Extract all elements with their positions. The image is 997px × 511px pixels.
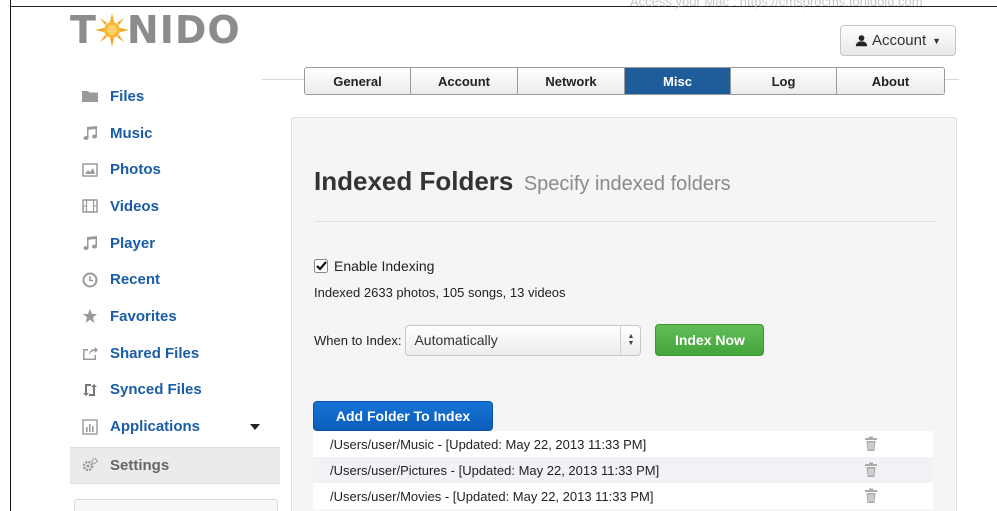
gear-icon bbox=[82, 457, 98, 473]
tab-log[interactable]: Log bbox=[731, 68, 837, 94]
sidebar-item-label: Synced Files bbox=[110, 381, 202, 399]
trash-icon[interactable] bbox=[864, 462, 878, 477]
sidebar-item-files[interactable]: Files bbox=[70, 78, 280, 115]
sidebar-item-favorites[interactable]: Favorites bbox=[70, 298, 280, 335]
tab-network[interactable]: Network bbox=[518, 68, 625, 94]
when-to-index-row: When to Index: Automatically ▲ ▼ Index No… bbox=[314, 324, 765, 356]
list-item: /Users/user/Movies - [Updated: May 22, 2… bbox=[313, 483, 933, 509]
sidebar-bottom-panel bbox=[74, 499, 278, 511]
list-item: /Users/user/Pictures - [Updated: May 22,… bbox=[313, 457, 933, 483]
sun-icon bbox=[94, 13, 129, 47]
sidebar-nav: Files Music Photos Videos Player Recent … bbox=[70, 78, 280, 484]
access-url-text: Access your Mac : https://cmsprocms.toni… bbox=[630, 0, 923, 9]
sidebar-item-label: Favorites bbox=[110, 307, 177, 325]
share-icon bbox=[82, 345, 98, 361]
logo-text-t: T bbox=[70, 8, 97, 52]
sidebar-item-label: Applications bbox=[110, 418, 201, 436]
page-title: Indexed Folders Specify indexed folders bbox=[314, 166, 731, 197]
sidebar-item-label: Videos bbox=[110, 197, 159, 215]
index-now-button[interactable]: Index Now bbox=[655, 324, 765, 356]
star-icon bbox=[82, 308, 98, 324]
page-title-main: Indexed Folders bbox=[314, 166, 514, 196]
account-menu-button[interactable]: Account ▼ bbox=[840, 25, 956, 56]
enable-indexing-row: Enable Indexing bbox=[314, 258, 434, 274]
music-icon bbox=[82, 235, 98, 251]
sidebar-item-label: Photos bbox=[110, 161, 161, 179]
trash-icon[interactable] bbox=[864, 488, 878, 503]
folder-path: /Users/user/Pictures - [Updated: May 22,… bbox=[330, 462, 660, 478]
sidebar-item-label: Shared Files bbox=[110, 344, 200, 362]
logo-text-nido: NIDO bbox=[126, 8, 241, 52]
tab-misc[interactable]: Misc bbox=[625, 68, 731, 94]
sidebar-item-label: Recent bbox=[110, 271, 161, 289]
enable-indexing-checkbox[interactable] bbox=[314, 259, 328, 273]
folder-path: /Users/user/Music - [Updated: May 22, 20… bbox=[330, 436, 647, 452]
sidebar-item-label: Music bbox=[110, 124, 153, 142]
list-item: /Users/user/Music - [Updated: May 22, 20… bbox=[313, 431, 933, 457]
select-arrows-icon: ▲ ▼ bbox=[620, 325, 640, 355]
sync-icon bbox=[82, 382, 98, 398]
enable-indexing-label: Enable Indexing bbox=[334, 258, 435, 274]
add-folder-button[interactable]: Add Folder To Index bbox=[313, 401, 493, 431]
sidebar-item-synced-files[interactable]: Synced Files bbox=[70, 372, 280, 409]
sidebar-item-shared-files[interactable]: Shared Files bbox=[70, 335, 280, 372]
tab-about[interactable]: About bbox=[837, 68, 944, 94]
chevron-down-icon: ▼ bbox=[932, 35, 942, 46]
photo-icon bbox=[82, 162, 98, 178]
clock-icon bbox=[82, 272, 98, 288]
sidebar-item-recent[interactable]: Recent bbox=[70, 261, 280, 298]
tonido-logo[interactable]: T NIDO bbox=[70, 10, 241, 50]
sidebar-item-videos[interactable]: Videos bbox=[70, 188, 280, 225]
settings-tabs: General Account Network Misc Log About bbox=[304, 67, 945, 95]
tab-account[interactable]: Account bbox=[411, 68, 518, 94]
user-icon bbox=[855, 35, 868, 47]
indexed-folder-list: /Users/user/Music - [Updated: May 22, 20… bbox=[313, 431, 933, 509]
when-to-index-value: Automatically bbox=[414, 332, 498, 348]
music-icon bbox=[82, 125, 98, 141]
sidebar-item-music[interactable]: Music bbox=[70, 115, 280, 152]
window-border-left bbox=[10, 0, 11, 511]
sidebar-item-photos[interactable]: Photos bbox=[70, 151, 280, 188]
sidebar-item-settings[interactable]: Settings bbox=[70, 446, 280, 484]
film-icon bbox=[82, 198, 98, 214]
when-to-index-label: When to Index: bbox=[314, 332, 402, 348]
tab-general[interactable]: General bbox=[305, 68, 411, 94]
folder-path: /Users/user/Movies - [Updated: May 22, 2… bbox=[330, 488, 654, 504]
index-stats-text: Indexed 2633 photos, 105 songs, 13 video… bbox=[314, 285, 566, 300]
when-to-index-select[interactable]: Automatically ▲ ▼ bbox=[405, 324, 642, 356]
account-label: Account bbox=[871, 32, 927, 49]
sidebar-item-label: Player bbox=[110, 234, 156, 252]
divider bbox=[314, 221, 936, 222]
caret-down-icon[interactable] bbox=[250, 423, 260, 430]
sidebar-item-player[interactable]: Player bbox=[70, 225, 280, 262]
sidebar-item-label: Settings bbox=[110, 456, 170, 474]
folder-icon bbox=[82, 88, 98, 104]
sidebar-item-applications[interactable]: Applications bbox=[70, 408, 280, 445]
sidebar-item-label: Files bbox=[110, 87, 145, 105]
page-subtitle: Specify indexed folders bbox=[523, 173, 731, 195]
chart-icon bbox=[82, 418, 98, 435]
trash-icon[interactable] bbox=[864, 436, 878, 451]
